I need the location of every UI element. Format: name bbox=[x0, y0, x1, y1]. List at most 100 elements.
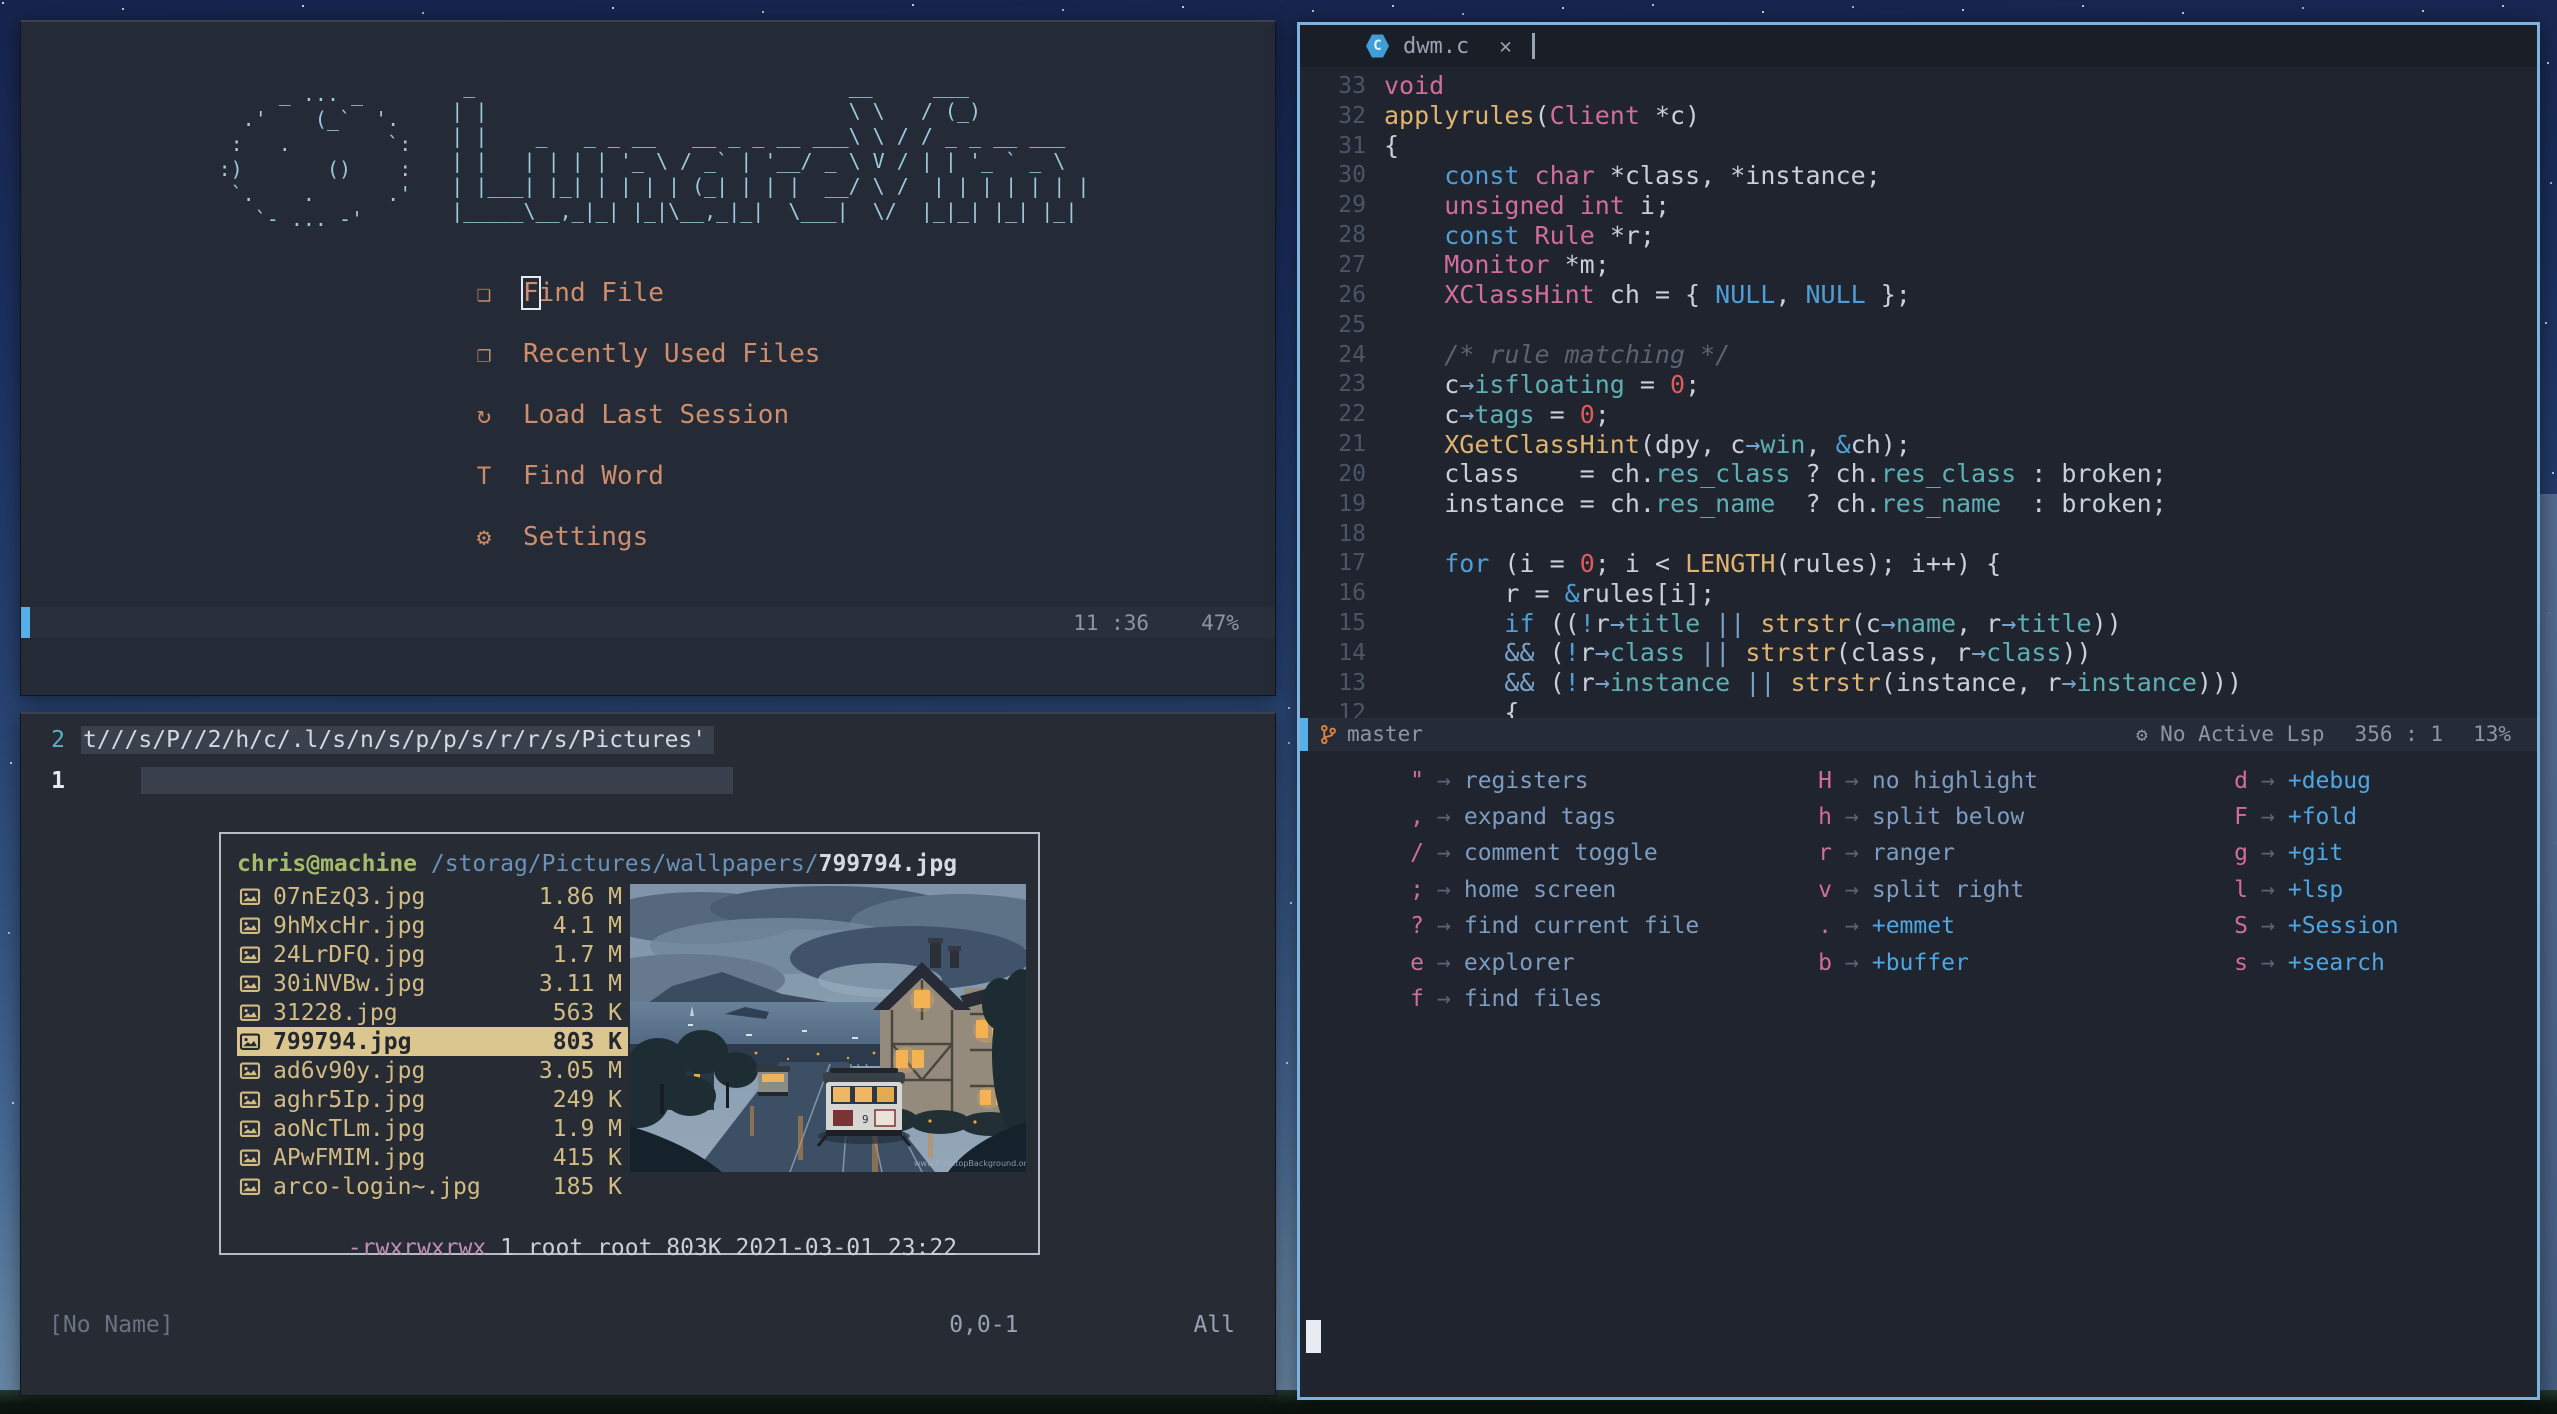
whichkey-binding-find-current-file: ? → find current file bbox=[1378, 908, 1699, 944]
arrow-right-icon: → bbox=[2261, 767, 2275, 794]
whichkey-label: home screen bbox=[1463, 876, 1617, 903]
line-number: 12 bbox=[1338, 699, 1366, 718]
file-size: 3.11 M bbox=[538, 970, 622, 997]
line-number: 23 bbox=[1338, 371, 1366, 398]
line-number: 18 bbox=[1338, 520, 1366, 547]
file-row-APwFMIM.jpg[interactable]: APwFMIM.jpg 415 K bbox=[237, 1143, 628, 1172]
whichkey-panel: " → registers, → expand tags / → comment toggle… bbox=[1300, 751, 2537, 1398]
file-size: 563 K bbox=[552, 999, 622, 1026]
line-number-current: 1 bbox=[51, 767, 65, 794]
whichkey-binding-comment-toggle: / → comment toggle bbox=[1378, 835, 1699, 871]
whichkey-label: comment toggle bbox=[1463, 840, 1658, 867]
selection-highlight-block bbox=[141, 767, 733, 794]
wallpaper-preview-image: 9 www.DesktopBackground.org bbox=[585, 884, 1070, 1173]
arrow-right-icon: → bbox=[1845, 913, 1859, 940]
line-text: c→isfloating = 0; bbox=[1384, 369, 1701, 399]
find-file-icon: ❏ bbox=[476, 279, 492, 307]
line-text: applyrules(Client *c) bbox=[1384, 101, 1701, 131]
dashboard-menu-item-find-file[interactable]: ❏ Find File bbox=[467, 276, 1275, 310]
dashboard-menu-item-recently-used-files[interactable]: ❐ Recently Used Files bbox=[467, 337, 1275, 371]
arrow-right-icon: → bbox=[1437, 767, 1451, 794]
file-row-24LrDFQ.jpg[interactable]: 24LrDFQ.jpg 1.7 M bbox=[237, 940, 628, 969]
whichkey-binding-explorer: e → explorer bbox=[1378, 944, 1699, 980]
arrow-right-icon: → bbox=[2261, 913, 2275, 940]
branch-name: master bbox=[1347, 722, 1423, 746]
file-size: 1.7 M bbox=[552, 941, 622, 968]
image-file-icon bbox=[239, 917, 261, 934]
line-text: class = ch.res_class ? ch.res_class : br… bbox=[1384, 459, 2167, 489]
code-line: 25 bbox=[1300, 310, 2537, 340]
gear-icon: ⚙ bbox=[2136, 724, 2148, 746]
line-text: const char *class, *instance; bbox=[1444, 160, 1881, 190]
whichkey-key: H bbox=[1818, 767, 1832, 794]
code-area[interactable]: 33 void 32 applyrules(Client *c) 31 {30 const… bbox=[1300, 67, 2537, 718]
line-number: 20 bbox=[1338, 460, 1366, 487]
svg-text:9: 9 bbox=[862, 1113, 869, 1126]
image-file-icon bbox=[239, 1004, 261, 1021]
line-number: 32 bbox=[1338, 102, 1366, 129]
dashboard-menu-item-find-word[interactable]: T Find Word bbox=[467, 459, 1275, 493]
file-row-aoNcTLm.jpg[interactable]: aoNcTLm.jpg 1.9 M bbox=[237, 1114, 628, 1143]
find-word-icon: T bbox=[476, 462, 492, 490]
line-number: 14 bbox=[1338, 639, 1366, 666]
line-number: 22 bbox=[1338, 401, 1366, 428]
file-row-30iNVBw.jpg[interactable]: 30iNVBw.jpg 3.11 M bbox=[237, 969, 628, 998]
code-line: 23 c→isfloating = 0; bbox=[1300, 369, 2537, 399]
image-file-icon bbox=[239, 1062, 261, 1079]
mode-indicator-bar bbox=[1300, 717, 1308, 751]
arrow-right-icon: → bbox=[1437, 840, 1451, 867]
whichkey-binding-find-files: f → find files bbox=[1378, 981, 1699, 1017]
line-text: instance = ch.res_name ? ch.res_name : b… bbox=[1384, 489, 2167, 519]
file-row-aghr5Ip.jpg[interactable]: aghr5Ip.jpg 249 K bbox=[237, 1085, 628, 1114]
whichkey-key: g bbox=[2234, 840, 2248, 867]
close-icon[interactable]: ✕ bbox=[1499, 34, 1512, 58]
line-text: const Rule *r; bbox=[1444, 220, 1655, 250]
file-row-799794.jpg[interactable]: 799794.jpg 803 K bbox=[237, 1027, 628, 1056]
arrow-right-icon: → bbox=[2261, 804, 2275, 831]
whichkey-column-3: d → +debug F → +fold g → +git l → +lsp S → +Session s → +… bbox=[2202, 763, 2399, 981]
image-file-icon bbox=[239, 975, 261, 992]
permissions: -rwxrwxrwx bbox=[347, 1235, 487, 1261]
file-size: 185 K bbox=[552, 1173, 622, 1200]
ascii-lunarvim-logo: _ __ ___ | | \ \ / (_) | | _ _ _ __ __ _… bbox=[451, 74, 1090, 223]
whichkey-column-2: H → no highlight h → split below r → ranger v → spl… bbox=[1786, 763, 2038, 981]
file-name: arco-login~.jpg bbox=[273, 1173, 481, 1200]
file-row-07nEzQ3.jpg[interactable]: 07nEzQ3.jpg 1.86 M bbox=[237, 882, 628, 911]
arrow-right-icon: → bbox=[1437, 804, 1451, 831]
dashboard-menu-item-settings[interactable]: ⚙ Settings bbox=[467, 520, 1275, 554]
file-name: 9hMxcHr.jpg bbox=[273, 912, 426, 939]
whichkey-key: h bbox=[1818, 804, 1832, 831]
whichkey-label: explorer bbox=[1463, 949, 1575, 976]
file-row-ad6v90y.jpg[interactable]: ad6v90y.jpg 3.05 M bbox=[237, 1056, 628, 1085]
line-text: { bbox=[1384, 131, 1400, 161]
desktop-background: _ ... _ .' (_` '. : . `: :) () : `. . .'… bbox=[0, 0, 2557, 1414]
tab-dwm-c[interactable]: C dwm.c ✕ bbox=[1300, 25, 1512, 67]
arrow-right-icon: → bbox=[2261, 840, 2275, 867]
file-name: aoNcTLm.jpg bbox=[273, 1115, 426, 1142]
file-name: 799794.jpg bbox=[273, 1028, 412, 1055]
file-row-31228.jpg[interactable]: 31228.jpg 563 K bbox=[237, 998, 628, 1027]
whichkey-label: find current file bbox=[1463, 913, 1700, 940]
dashboard-position: 11 :36 bbox=[1073, 610, 1150, 635]
menu-item-label: Recently Used Files bbox=[523, 339, 821, 369]
whichkey-label: +fold bbox=[2287, 804, 2358, 831]
code-line: 28 const Rule *r; bbox=[1300, 220, 2537, 250]
line-number: 21 bbox=[1338, 431, 1366, 458]
whichkey-label: split below bbox=[1871, 804, 2025, 831]
dashboard-menu-item-load-last-session[interactable]: ↻ Load Last Session bbox=[467, 398, 1275, 432]
line-number: 28 bbox=[1338, 222, 1366, 249]
arrow-right-icon: → bbox=[1845, 949, 1859, 976]
code-line: 29 unsigned int i; bbox=[1300, 190, 2537, 220]
whichkey-binding-split-right: v → split right bbox=[1786, 872, 2038, 908]
line-text: for (i = 0; i < LENGTH(rules); i++) { bbox=[1444, 548, 2002, 578]
image-file-icon bbox=[239, 888, 261, 905]
whichkey-key: r bbox=[1818, 840, 1832, 867]
file-row-arco-login~.jpg[interactable]: arco-login~.jpg 185 K bbox=[237, 1172, 628, 1201]
statusline-right: ⚙ No Active Lsp 356 : 1 13% bbox=[2136, 722, 2537, 746]
file-name: APwFMIM.jpg bbox=[273, 1144, 426, 1171]
arrow-right-icon: → bbox=[1845, 876, 1859, 903]
whichkey-binding--debug: d → +debug bbox=[2202, 763, 2399, 799]
window-file-picker: 2 t///s/P//2/h/c/.l/s/n/s/p/p/s/r/r/s/Pi… bbox=[20, 712, 1276, 1396]
vim-ruler-line: [No Name] 0,0-1 All bbox=[21, 1308, 1275, 1341]
file-row-9hMxcHr.jpg[interactable]: 9hMxcHr.jpg 4.1 M bbox=[237, 911, 628, 940]
